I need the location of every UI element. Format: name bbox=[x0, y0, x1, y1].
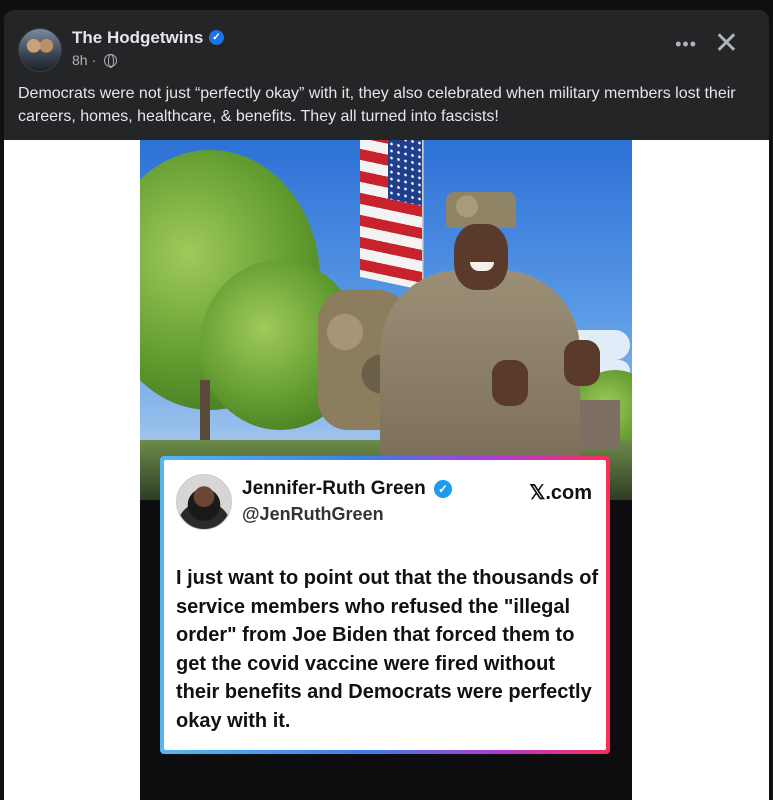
tweet-avatar bbox=[176, 474, 232, 530]
author-avatar[interactable] bbox=[18, 28, 62, 72]
flag-canton bbox=[388, 140, 422, 206]
close-button[interactable]: ✕ bbox=[714, 26, 739, 61]
tweet-card-body: Jennifer-Ruth Green ✓ @JenRuthGreen 𝕏.co… bbox=[164, 460, 606, 750]
thumbs-up-right bbox=[564, 340, 600, 386]
more-options-button[interactable]: ••• bbox=[675, 34, 697, 55]
post-timestamp[interactable]: 8h · bbox=[72, 52, 96, 68]
globe-icon bbox=[104, 54, 117, 68]
x-logo-icon: 𝕏.com bbox=[529, 482, 592, 504]
tweet-handle: @JenRuthGreen bbox=[242, 504, 384, 524]
tweet-author-name: Jennifer-Ruth Green bbox=[242, 478, 426, 499]
soldier-face bbox=[454, 224, 508, 290]
american-flag bbox=[360, 140, 422, 290]
military-cap bbox=[446, 192, 516, 228]
post-image[interactable]: Jennifer-Ruth Green ✓ @JenRuthGreen 𝕏.co… bbox=[140, 140, 632, 800]
tweet-card: Jennifer-Ruth Green ✓ @JenRuthGreen 𝕏.co… bbox=[160, 456, 610, 754]
author-name[interactable]: The Hodgetwins bbox=[72, 28, 203, 48]
post-media[interactable]: Jennifer-Ruth Green ✓ @JenRuthGreen 𝕏.co… bbox=[4, 140, 769, 800]
soldier-uniform bbox=[380, 270, 580, 470]
tweet-text: I just want to point out that the thousa… bbox=[176, 567, 599, 732]
post-header: The Hodgetwins ✓ 8h · ••• ✕ bbox=[14, 24, 759, 74]
post-text: Democrats were not just “perfectly okay”… bbox=[18, 85, 736, 125]
thumbs-up-left bbox=[492, 360, 528, 406]
verified-badge-icon: ✓ bbox=[209, 30, 224, 45]
facebook-post: The Hodgetwins ✓ 8h · ••• ✕ Democrats we… bbox=[4, 10, 769, 800]
tweet-verified-icon: ✓ bbox=[434, 480, 452, 498]
